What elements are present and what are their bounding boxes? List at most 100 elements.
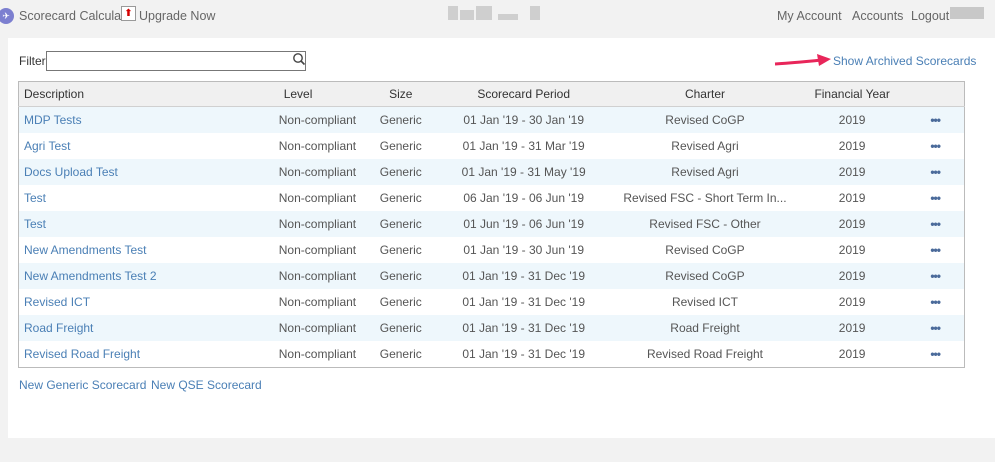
row-actions-cell: ••• (906, 263, 965, 289)
cell-level: Non-compliant (278, 295, 357, 309)
scorecards-table: Description Level Size Scorecard Period … (18, 81, 965, 368)
search-icon[interactable] (292, 52, 306, 66)
row-actions-cell: ••• (906, 289, 964, 315)
cell-scorecard-period: 01 Jan '19 - 31 Dec '19 (435, 315, 612, 341)
cell-level: Non-compliant (239, 159, 367, 185)
more-options-icon[interactable]: ••• (930, 295, 941, 309)
cell-size: Generic (379, 139, 422, 153)
cell-description[interactable]: Revised Road Freight (19, 341, 240, 368)
more-options-icon[interactable]: ••• (930, 191, 941, 205)
cell-scorecard-period: 01 Jan '19 - 31 Dec '19 (435, 263, 612, 289)
row-actions-cell: ••• (906, 106, 965, 133)
more-options-icon[interactable]: ••• (930, 269, 941, 283)
table-header-row: Description Level Size Scorecard Period … (18, 81, 965, 107)
new-generic-scorecard-link[interactable]: New Generic Scorecard (19, 378, 146, 392)
cell-financial-year: 2019 (838, 295, 866, 309)
cell-level: Non-compliant (239, 315, 367, 341)
cell-level: Non-compliant (278, 139, 357, 153)
cell-financial-year: 2019 (797, 263, 907, 289)
more-options-icon[interactable]: ••• (930, 139, 941, 153)
cell-financial-year: 2019 (838, 191, 866, 205)
more-options-icon[interactable]: ••• (930, 113, 941, 127)
table-row[interactable]: Docs Upload Test Non-compliant Generic 01 J… (18, 159, 965, 185)
cell-charter: Revised FSC - Other (611, 211, 798, 237)
upgrade-now-link[interactable]: Upgrade Now (139, 9, 215, 23)
cell-level: Non-compliant (278, 243, 357, 257)
column-header-actions (906, 81, 965, 107)
cell-charter: Revised FSC - Short Term In... (623, 191, 787, 205)
row-actions-cell: ••• (906, 185, 964, 211)
column-header-scorecard-period[interactable]: Scorecard Period (435, 81, 612, 107)
cell-scorecard-period: 01 Jan '19 - 31 May '19 (435, 159, 612, 185)
cell-scorecard-period: 01 Jan '19 - 31 Mar '19 (462, 139, 585, 153)
cell-charter: Road Freight (611, 315, 798, 341)
cell-financial-year: 2019 (838, 139, 866, 153)
cell-charter: Revised CoGP (611, 106, 798, 133)
table-row[interactable]: Revised Road Freight Non-compliant Generic… (19, 341, 965, 368)
cell-description[interactable]: Test (18, 211, 240, 237)
table-row[interactable]: Road Freight Non-compliant Generic 01 Jan '… (18, 315, 965, 341)
redacted-account-name (448, 6, 548, 24)
cell-description[interactable]: Road Freight (18, 315, 240, 341)
cell-description[interactable]: Revised ICT (19, 289, 240, 315)
cell-size: Generic (379, 243, 422, 257)
filter-label: Filter (19, 54, 46, 68)
logout-link[interactable]: Logout (911, 9, 949, 23)
row-actions-cell: ••• (906, 315, 965, 341)
new-qse-scorecard-link[interactable]: New QSE Scorecard (151, 378, 262, 392)
column-header-description[interactable]: Description (18, 81, 240, 107)
table-row[interactable]: New Amendments Test 2 Non-compliant Generi… (18, 263, 965, 289)
table-row[interactable]: New Amendments Test Non-compliant Generic 0… (19, 237, 965, 263)
cell-scorecard-period: 01 Jun '19 - 06 Jun '19 (435, 211, 612, 237)
more-options-icon[interactable]: ••• (930, 243, 941, 257)
show-archived-scorecards-link[interactable]: Show Archived Scorecards (833, 54, 976, 68)
row-actions-cell: ••• (906, 159, 965, 185)
cell-scorecard-period: 01 Jan '19 - 31 Dec '19 (462, 347, 585, 361)
app-title: Scorecard Calculator (19, 9, 136, 23)
column-header-financial-year[interactable]: Financial Year (797, 81, 907, 107)
more-options-icon[interactable]: ••• (930, 217, 941, 231)
cell-description[interactable]: Docs Upload Test (18, 159, 240, 185)
column-header-size[interactable]: Size (366, 81, 436, 107)
cell-charter: Revised Road Freight (646, 347, 763, 361)
more-options-icon[interactable]: ••• (930, 321, 941, 335)
column-header-charter[interactable]: Charter (611, 81, 798, 107)
row-actions-cell: ••• (906, 211, 965, 237)
table-row[interactable]: Agri Test Non-compliant Generic 01 Jan '19 … (19, 133, 965, 159)
more-options-icon[interactable]: ••• (930, 165, 941, 179)
cell-charter: Revised CoGP (611, 263, 798, 289)
cell-size: Generic (366, 159, 436, 185)
upgrade-arrow-icon[interactable]: ⬆ (121, 6, 136, 21)
cell-financial-year: 2019 (797, 211, 907, 237)
cell-charter: Revised Agri (611, 159, 798, 185)
table-row[interactable]: Revised ICT Non-compliant Generic 01 Jan '1… (19, 289, 965, 315)
filter-input[interactable] (46, 51, 306, 71)
cell-financial-year: 2019 (797, 159, 907, 185)
cell-description[interactable]: Test (19, 185, 240, 211)
cell-scorecard-period: 01 Jan '19 - 30 Jun '19 (463, 243, 584, 257)
cell-level: Non-compliant (278, 191, 357, 205)
table-row[interactable]: Test Non-compliant Generic 01 Jun '19 - 06 … (18, 211, 965, 237)
cell-scorecard-period: 01 Jan '19 - 30 Jan '19 (435, 106, 612, 133)
cell-scorecard-period: 01 Jan '19 - 31 Dec '19 (462, 295, 585, 309)
cell-size: Generic (379, 295, 422, 309)
cell-charter: Revised Agri (671, 139, 739, 153)
accounts-link[interactable]: Accounts (852, 9, 903, 23)
cell-description[interactable]: New Amendments Test (19, 237, 240, 263)
more-options-icon[interactable]: ••• (930, 347, 941, 361)
cell-size: Generic (379, 347, 422, 361)
redacted-user (950, 7, 984, 19)
my-account-link[interactable]: My Account (777, 9, 842, 23)
scorecards-panel: Filter Show Archived Scorecards Descript… (8, 38, 995, 438)
cell-description[interactable]: Agri Test (19, 133, 240, 159)
table-row[interactable]: Test Non-compliant Generic 06 Jan '19 - 06 … (19, 185, 965, 211)
cell-description[interactable]: New Amendments Test 2 (18, 263, 240, 289)
cell-description[interactable]: MDP Tests (18, 106, 240, 133)
cell-size: Generic (366, 211, 436, 237)
table-row[interactable]: MDP Tests Non-compliant Generic 01 Jan '19 … (18, 106, 965, 133)
cell-financial-year: 2019 (838, 243, 866, 257)
cell-level: Non-compliant (239, 263, 367, 289)
row-actions-cell: ••• (906, 133, 964, 159)
cell-size: Generic (379, 191, 422, 205)
column-header-level[interactable]: Level (239, 81, 367, 107)
